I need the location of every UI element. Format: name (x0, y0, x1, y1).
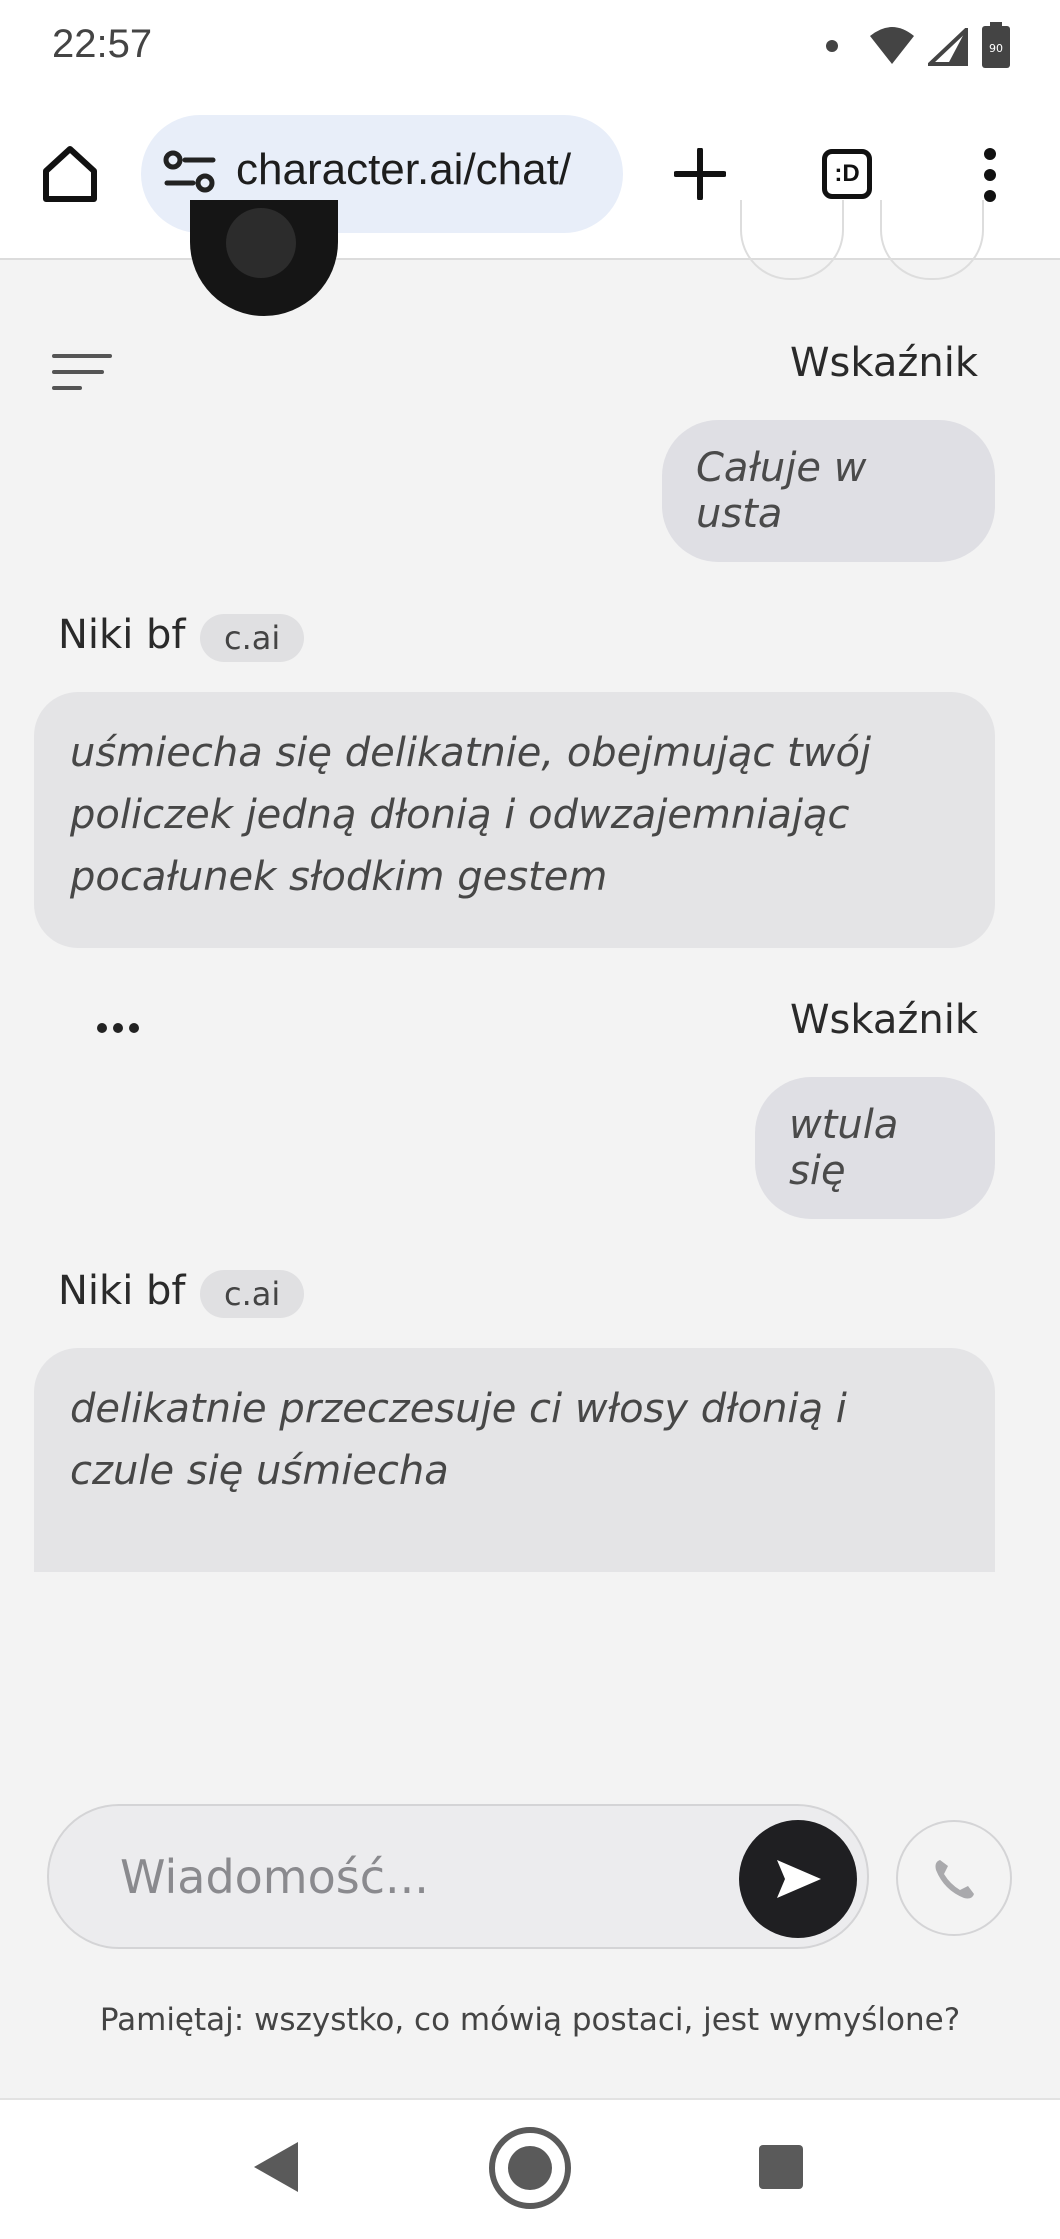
battery-level: 90 (989, 42, 1003, 55)
user-message-bubble: wtula się (755, 1077, 995, 1219)
menu-icon[interactable] (52, 352, 112, 396)
send-button[interactable] (739, 1820, 857, 1938)
user-name-label: Wskaźnik (790, 340, 978, 386)
more-menu-icon[interactable] (978, 146, 1002, 204)
notification-dot-icon (826, 40, 838, 52)
character-avatar[interactable] (190, 200, 338, 316)
battery-icon: 90 (982, 22, 1010, 68)
call-button[interactable] (896, 1820, 1012, 1936)
character-badge: c.ai (200, 1270, 305, 1318)
home-nav-icon[interactable] (488, 2126, 572, 2210)
character-name-label: Niki bf (58, 1268, 186, 1314)
home-icon[interactable] (40, 143, 100, 203)
message-text: Całuje w usta (696, 445, 867, 537)
user-message-bubble: Całuje w usta (662, 420, 995, 562)
back-icon[interactable] (252, 2140, 300, 2194)
more-options-icon[interactable] (96, 1022, 140, 1034)
header-action-button[interactable] (880, 200, 984, 280)
status-time: 22:57 (52, 22, 153, 66)
message-input[interactable] (118, 1840, 722, 1914)
disclaimer-text: Pamiętaj: wszystko, co mówią postaci, je… (99, 2002, 961, 2038)
url-text[interactable]: character.ai/chat/ (236, 145, 604, 195)
header-action-button[interactable] (740, 200, 844, 280)
user-name-label: Wskaźnik (790, 997, 978, 1043)
signal-icon (928, 28, 968, 66)
bot-message-bubble: delikatnie przeczesuje ci włosy dłonią i… (34, 1348, 995, 1572)
site-settings-icon[interactable] (163, 150, 217, 194)
send-icon (777, 1860, 821, 1898)
phone-icon (935, 1860, 974, 1899)
message-text: wtula się (789, 1102, 899, 1194)
character-name-label: Niki bf (58, 612, 186, 658)
tab-switcher-button[interactable]: :D (822, 149, 872, 199)
wifi-icon (870, 27, 914, 64)
message-text: delikatnie przeczesuje ci włosy dłonią i… (70, 1386, 847, 1494)
new-tab-icon[interactable] (674, 148, 726, 200)
character-badge: c.ai (200, 614, 305, 662)
recents-icon[interactable] (758, 2144, 804, 2190)
message-text: uśmiecha się delikatnie, obejmując twój … (70, 730, 872, 900)
bot-message-bubble: uśmiecha się delikatnie, obejmując twój … (34, 692, 995, 948)
